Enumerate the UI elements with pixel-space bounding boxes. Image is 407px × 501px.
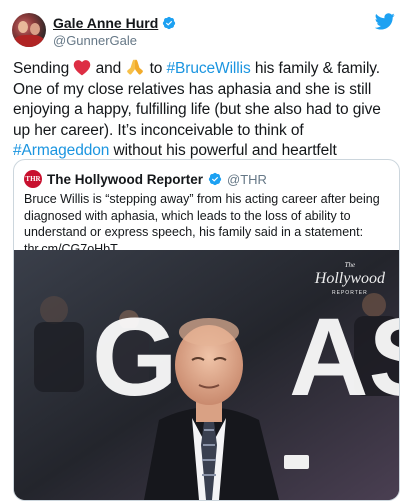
photo-backdrop-letter: G <box>92 296 178 419</box>
twitter-bird-icon[interactable] <box>375 13 395 30</box>
author-display-name[interactable]: Gale Anne Hurd <box>53 15 158 31</box>
tweet-text-segment: and <box>91 60 126 77</box>
hashtag-link-brucewillis[interactable]: #BruceWillis <box>167 60 251 77</box>
author-handle[interactable]: @GunnerGale <box>53 33 137 48</box>
hashtag-link-armageddon[interactable]: #Armageddon <box>13 142 109 159</box>
watermark-sub: REPORTER <box>332 290 368 296</box>
tweet-text-segment: to <box>145 60 167 77</box>
red-heart-icon <box>74 60 91 76</box>
tweet-card: Gale Anne Hurd @GunnerGale Sending and t… <box>0 0 407 501</box>
quoted-tweet-photo[interactable]: G AS The Hollywood REPORTER <box>14 250 399 500</box>
quoted-tweet-header: THR The Hollywood Reporter @THR <box>24 170 267 188</box>
photo-backdrop-letter: AS <box>289 296 399 419</box>
verified-badge-icon <box>208 172 222 186</box>
author-name-row: Gale Anne Hurd <box>53 15 176 31</box>
tweet-text-segment: Sending <box>13 60 70 77</box>
thr-avatar[interactable]: THR <box>24 170 42 188</box>
quoted-author-handle[interactable]: @THR <box>227 172 267 187</box>
quoted-tweet-text: Bruce Willis is “stepping away” from his… <box>24 192 380 256</box>
quoted-tweet[interactable]: THR The Hollywood Reporter @THR Bruce Wi… <box>13 159 400 501</box>
watermark-main: Hollywood <box>314 270 385 287</box>
quoted-author-name[interactable]: The Hollywood Reporter <box>47 172 203 187</box>
thr-watermark: The Hollywood REPORTER <box>315 258 385 300</box>
verified-badge-icon <box>163 16 176 30</box>
author-avatar[interactable] <box>12 13 46 47</box>
folded-hands-icon <box>127 59 144 75</box>
